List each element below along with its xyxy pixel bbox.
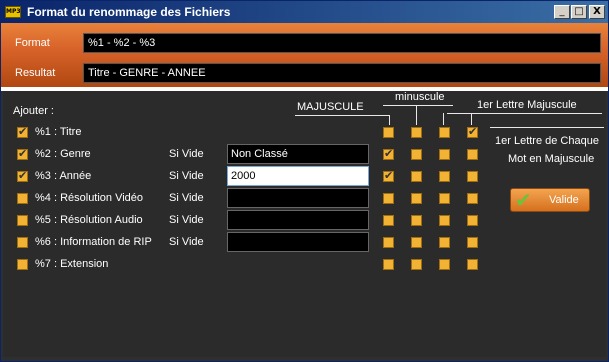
- lowercase-checkbox[interactable]: [411, 215, 422, 226]
- capitalize-words-checkbox[interactable]: [467, 237, 478, 248]
- field-label: %4 : Résolution Vidéo: [35, 192, 144, 204]
- format-label: Format: [15, 37, 50, 49]
- capitalize-words-checkbox[interactable]: [467, 259, 478, 270]
- result-label: Resultat: [15, 67, 56, 79]
- capitalize-each-word-line2: Mot en Majuscule: [508, 153, 595, 165]
- header-bracket-line: [383, 105, 453, 106]
- if-empty-label: Si Vide: [169, 192, 204, 204]
- options-panel: Ajouter : MAJUSCULE minuscule 1er Lettre…: [3, 91, 606, 357]
- add-label: Ajouter :: [13, 105, 54, 117]
- include-checkbox[interactable]: [17, 193, 28, 204]
- include-checkbox[interactable]: [17, 169, 28, 182]
- capitalize-words-checkbox[interactable]: [467, 149, 478, 160]
- valide-button[interactable]: ✔ Valide: [510, 188, 590, 212]
- field-label: %1 : Titre: [35, 126, 82, 138]
- header-bracket-line: [295, 115, 389, 116]
- field-label: %6 : Information de RIP: [35, 236, 152, 248]
- close-button[interactable]: X: [589, 5, 605, 19]
- uppercase-checkbox[interactable]: [383, 169, 394, 182]
- title-bar[interactable]: MP3 Format du renommage des Fichiers _ □…: [1, 1, 608, 23]
- default-value-input[interactable]: [227, 210, 369, 230]
- field-label: %3 : Année: [35, 170, 92, 182]
- capitalize-words-checkbox[interactable]: [467, 193, 478, 204]
- include-checkbox[interactable]: [17, 237, 28, 248]
- field-label: %5 : Résolution Audio: [35, 214, 143, 226]
- field-label: %2 : Genre: [35, 148, 91, 160]
- header-bracket-line: [416, 105, 417, 125]
- capitalize-words-checkbox[interactable]: [467, 125, 478, 138]
- window-title: Format du renommage des Fichiers: [27, 5, 231, 19]
- capitalize-first-checkbox[interactable]: [439, 193, 450, 204]
- uppercase-checkbox[interactable]: [383, 193, 394, 204]
- capitalize-first-checkbox[interactable]: [439, 237, 450, 248]
- result-field: Titre - GENRE - ANNEE: [83, 63, 601, 83]
- header-bracket-line: [389, 115, 390, 125]
- default-value-input[interactable]: 2000: [227, 166, 369, 186]
- default-value-input[interactable]: [227, 232, 369, 252]
- format-header: Format %1 - %2 - %3 Resultat Titre - GEN…: [1, 23, 608, 87]
- include-checkbox[interactable]: [17, 125, 28, 138]
- lowercase-checkbox[interactable]: [411, 259, 422, 270]
- side-panel-rule: [490, 127, 604, 128]
- lowercase-checkbox[interactable]: [411, 193, 422, 204]
- capitalize-each-word-line1: 1er Lettre de Chaque: [495, 135, 599, 147]
- maximize-button[interactable]: □: [571, 5, 587, 19]
- header-bracket-line: [471, 113, 472, 125]
- capitalize-words-checkbox[interactable]: [467, 215, 478, 226]
- if-empty-label: Si Vide: [169, 214, 204, 226]
- include-checkbox[interactable]: [17, 147, 28, 160]
- capitalize-first-checkbox[interactable]: [439, 215, 450, 226]
- checkmark-icon: ✔: [515, 188, 532, 212]
- capitalize-words-checkbox[interactable]: [467, 171, 478, 182]
- capitalize-first-checkbox[interactable]: [439, 149, 450, 160]
- uppercase-checkbox[interactable]: [383, 215, 394, 226]
- lowercase-checkbox[interactable]: [411, 171, 422, 182]
- uppercase-column-header: MAJUSCULE: [297, 101, 364, 113]
- app-icon: MP3: [5, 6, 21, 18]
- uppercase-checkbox[interactable]: [383, 147, 394, 160]
- field-label: %7 : Extension: [35, 258, 109, 270]
- rename-format-window: MP3 Format du renommage des Fichiers _ □…: [0, 0, 609, 362]
- lowercase-checkbox[interactable]: [411, 237, 422, 248]
- capitalize-first-checkbox[interactable]: [439, 171, 450, 182]
- include-checkbox[interactable]: [17, 215, 28, 226]
- format-field[interactable]: %1 - %2 - %3: [83, 33, 601, 53]
- default-value-input[interactable]: [227, 188, 369, 208]
- header-bracket-line: [443, 113, 444, 125]
- lowercase-checkbox[interactable]: [411, 127, 422, 138]
- lowercase-checkbox[interactable]: [411, 149, 422, 160]
- minimize-button[interactable]: _: [554, 5, 570, 19]
- default-value-input[interactable]: Non Classé: [227, 144, 369, 164]
- uppercase-checkbox[interactable]: [383, 259, 394, 270]
- uppercase-checkbox[interactable]: [383, 237, 394, 248]
- capitalize-first-checkbox[interactable]: [439, 127, 450, 138]
- if-empty-label: Si Vide: [169, 236, 204, 248]
- if-empty-label: Si Vide: [169, 148, 204, 160]
- capitalize-first-checkbox[interactable]: [439, 259, 450, 270]
- valide-label: Valide: [549, 194, 579, 206]
- include-checkbox[interactable]: [17, 259, 28, 270]
- lowercase-column-header: minuscule: [395, 91, 445, 103]
- if-empty-label: Si Vide: [169, 170, 204, 182]
- capitalize-column-header: 1er Lettre Majuscule: [477, 99, 577, 111]
- uppercase-checkbox[interactable]: [383, 127, 394, 138]
